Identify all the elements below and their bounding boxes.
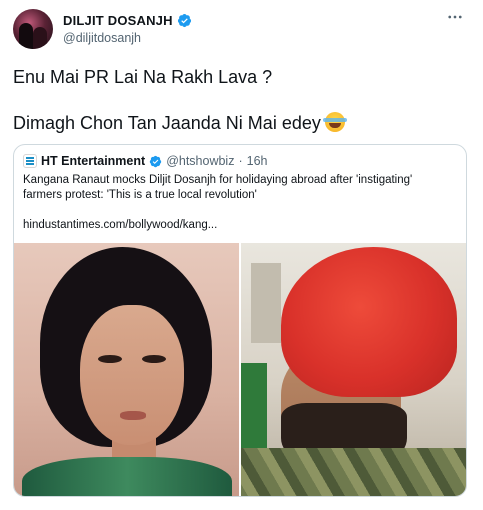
tweet-text-line: Enu Mai PR Lai Na Rakh Lava ? — [13, 67, 273, 87]
ht-logo-icon — [23, 154, 37, 168]
photo-clothing — [241, 448, 466, 496]
avatar[interactable] — [13, 9, 53, 49]
quoted-tweet-link[interactable]: hindustantimes.com/bollywood/kang... — [23, 219, 217, 231]
photo-kangana[interactable] — [14, 243, 239, 496]
photo-lips — [120, 411, 146, 420]
tweet: DILJIT DOSANJH @diljitdosanjh Enu Mai PR… — [0, 0, 483, 510]
ellipsis-icon — [448, 15, 462, 19]
photo-turban — [281, 247, 457, 397]
photo-clothing — [22, 457, 232, 496]
photo-face — [80, 305, 184, 445]
photo-eye — [98, 355, 122, 363]
quoted-tweet-headline: Kangana Ranaut mocks Diljit Dosanjh for … — [23, 174, 413, 201]
verified-badge-icon — [149, 155, 162, 167]
photo-diljit[interactable] — [241, 243, 466, 496]
display-name[interactable]: DILJIT DOSANJH — [63, 13, 173, 28]
more-options-button[interactable] — [443, 9, 467, 25]
quoted-tweet-age[interactable]: 16h — [247, 154, 268, 168]
meta-separator: · — [238, 154, 243, 168]
quoted-tweet-header: HT Entertainment @htshowbiz · 16h — [23, 154, 268, 168]
avatar-figure — [19, 23, 33, 49]
tweet-text: Dimagh Chon Tan Jaanda Ni Mai edey — [13, 113, 321, 133]
face-with-tears-of-joy-icon — [322, 112, 347, 132]
verified-badge-icon — [177, 13, 191, 28]
author-name-row: DILJIT DOSANJH — [63, 13, 192, 28]
quoted-tweet-card[interactable]: HT Entertainment @htshowbiz · 16h Kangan… — [13, 144, 467, 497]
tweet-text-line: Dimagh Chon Tan Jaanda Ni Mai edey — [13, 112, 347, 134]
avatar-figure — [33, 27, 47, 49]
quoted-source-name[interactable]: HT Entertainment — [41, 154, 145, 168]
photo-background — [251, 263, 281, 343]
quoted-source-handle[interactable]: @htshowbiz — [166, 154, 234, 168]
photo-eye — [142, 355, 166, 363]
author-handle[interactable]: @diljitdosanjh — [63, 31, 141, 45]
